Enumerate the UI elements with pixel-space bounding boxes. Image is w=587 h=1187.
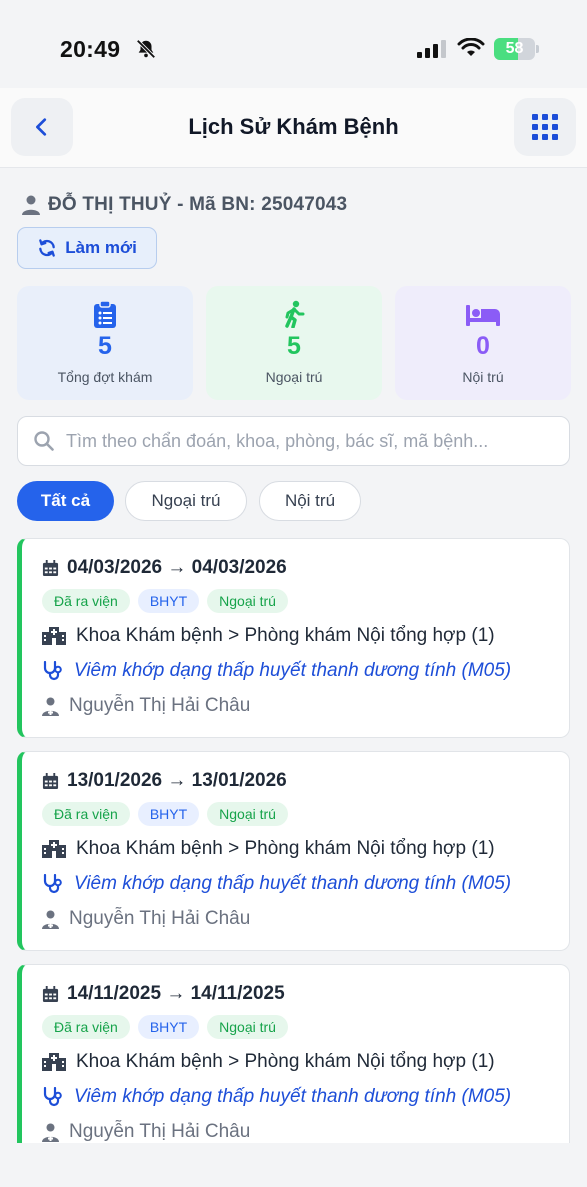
walking-person-icon xyxy=(285,300,305,328)
insurance-badge: BHYT xyxy=(137,802,200,826)
stat-outpatient-value: 5 xyxy=(287,332,301,360)
visit-doctor-name: Nguyễn Thị Hải Châu xyxy=(69,695,251,716)
hospital-icon xyxy=(42,840,66,858)
visit-dates: 13/01/2026 → 13/01/2026 xyxy=(42,770,287,792)
doctor-icon xyxy=(42,910,59,929)
calendar-icon xyxy=(42,559,59,576)
visit-dates: 14/11/2025 → 14/11/2025 xyxy=(42,983,285,1005)
visit-type-badge: Ngoại trú xyxy=(207,802,288,826)
status-badge: Đã ra viện xyxy=(42,802,130,826)
hospital-icon xyxy=(42,627,66,645)
visit-diagnosis: Viêm khớp dạng thấp huyết thanh dương tí… xyxy=(42,1086,511,1108)
filter-all[interactable]: Tất cả xyxy=(17,481,114,521)
visit-card[interactable]: 04/03/2026 → 04/03/2026 Đã ra viện BHYT … xyxy=(17,538,570,738)
stat-inpatient-value: 0 xyxy=(476,332,490,360)
user-icon xyxy=(22,195,40,215)
visit-department: Khoa Khám bệnh > Phòng khám Nội tổng hợp… xyxy=(42,625,495,647)
bell-muted-icon xyxy=(136,39,156,59)
visit-department-text: Khoa Khám bệnh > Phòng khám Nội tổng hợp… xyxy=(76,625,495,646)
page-title: Lịch Sử Khám Bệnh xyxy=(188,114,399,139)
app-header: Lịch Sử Khám Bệnh xyxy=(0,88,587,168)
calendar-icon xyxy=(42,772,59,789)
battery-level: 58 xyxy=(505,40,524,57)
stethoscope-icon xyxy=(43,1087,62,1107)
doctor-icon xyxy=(42,697,59,716)
stat-inpatient: 0 Nội trú xyxy=(395,286,571,400)
cellular-signal-icon xyxy=(417,40,446,58)
search-input[interactable]: Tìm theo chẩn đoán, khoa, phòng, bác sĩ,… xyxy=(17,416,570,466)
stethoscope-icon xyxy=(43,661,62,681)
refresh-button[interactable]: Làm mới xyxy=(17,227,157,269)
patient-info-text: ĐỖ THỊ THUỶ - Mã BN: 25047043 xyxy=(48,194,348,215)
visit-badges: Đã ra viện BHYT Ngoại trú xyxy=(42,589,288,613)
visit-type-badge: Ngoại trú xyxy=(207,1015,288,1039)
filter-inpatient[interactable]: Nội trú xyxy=(259,481,361,521)
visit-department: Khoa Khám bệnh > Phòng khám Nội tổng hợp… xyxy=(42,1051,495,1073)
refresh-label: Làm mới xyxy=(65,238,137,257)
battery-indicator: 58 xyxy=(494,38,540,60)
visit-diagnosis: Viêm khớp dạng thấp huyết thanh dương tí… xyxy=(42,873,511,895)
stat-total-label: Tổng đợt khám xyxy=(57,369,153,385)
clipboard-list-icon xyxy=(94,300,116,328)
stat-outpatient-label: Ngoại trú xyxy=(265,369,323,385)
visit-doctor: Nguyễn Thị Hải Châu xyxy=(42,908,250,930)
patient-info: ĐỖ THỊ THUỶ - Mã BN: 25047043 xyxy=(22,194,347,216)
calendar-icon xyxy=(42,985,59,1002)
search-placeholder: Tìm theo chẩn đoán, khoa, phòng, bác sĩ,… xyxy=(66,430,489,451)
status-badge: Đã ra viện xyxy=(42,1015,130,1039)
visit-card[interactable]: 13/01/2026 → 13/01/2026 Đã ra viện BHYT … xyxy=(17,751,570,951)
stethoscope-icon xyxy=(43,874,62,894)
grid-icon xyxy=(532,114,558,140)
menu-grid-button[interactable] xyxy=(514,98,576,156)
visit-department-text: Khoa Khám bệnh > Phòng khám Nội tổng hợp… xyxy=(76,838,495,859)
insurance-badge: BHYT xyxy=(137,589,200,613)
visit-badges: Đã ra viện BHYT Ngoại trú xyxy=(42,1015,288,1039)
visit-doctor: Nguyễn Thị Hải Châu xyxy=(42,695,250,717)
bed-icon xyxy=(466,305,500,326)
visit-diagnosis-text: Viêm khớp dạng thấp huyết thanh dương tí… xyxy=(74,1086,512,1107)
visit-doctor-name: Nguyễn Thị Hải Châu xyxy=(69,908,251,929)
stat-inpatient-label: Nội trú xyxy=(462,369,504,385)
visit-diagnosis-text: Viêm khớp dạng thấp huyết thanh dương tí… xyxy=(74,873,512,894)
visit-type-badge: Ngoại trú xyxy=(207,589,288,613)
visit-dates: 04/03/2026 → 04/03/2026 xyxy=(42,557,287,579)
search-icon xyxy=(34,431,54,451)
filter-outpatient[interactable]: Ngoại trú xyxy=(125,481,247,521)
visit-department-text: Khoa Khám bệnh > Phòng khám Nội tổng hợp… xyxy=(76,1051,495,1072)
visit-doctor: Nguyễn Thị Hải Châu xyxy=(42,1121,250,1143)
visit-date-range: 14/11/2025 → 14/11/2025 xyxy=(67,983,285,1004)
hospital-icon xyxy=(42,1053,66,1071)
visit-date-range: 04/03/2026 → 04/03/2026 xyxy=(67,557,287,578)
visit-diagnosis: Viêm khớp dạng thấp huyết thanh dương tí… xyxy=(42,660,511,682)
visit-badges: Đã ra viện BHYT Ngoại trú xyxy=(42,802,288,826)
history-content[interactable]: ĐỖ THỊ THUỶ - Mã BN: 25047043 Làm mới 5 … xyxy=(0,168,587,1143)
status-bar: 20:49 58 xyxy=(0,0,587,88)
stat-total-value: 5 xyxy=(98,332,112,360)
refresh-icon xyxy=(39,239,56,257)
stat-outpatient: 5 Ngoại trú xyxy=(206,286,382,400)
doctor-icon xyxy=(42,1123,59,1142)
insurance-badge: BHYT xyxy=(137,1015,200,1039)
stat-total-visits: 5 Tổng đợt khám xyxy=(17,286,193,400)
bottom-safe-area xyxy=(0,1143,587,1187)
wifi-icon xyxy=(457,38,485,56)
visit-department: Khoa Khám bệnh > Phòng khám Nội tổng hợp… xyxy=(42,838,495,860)
visit-card[interactable]: 14/11/2025 → 14/11/2025 Đã ra viện BHYT … xyxy=(17,964,570,1143)
status-time: 20:49 xyxy=(60,36,121,62)
visit-date-range: 13/01/2026 → 13/01/2026 xyxy=(67,770,287,791)
status-badge: Đã ra viện xyxy=(42,589,130,613)
visit-doctor-name: Nguyễn Thị Hải Châu xyxy=(69,1121,251,1142)
visit-diagnosis-text: Viêm khớp dạng thấp huyết thanh dương tí… xyxy=(74,660,512,681)
